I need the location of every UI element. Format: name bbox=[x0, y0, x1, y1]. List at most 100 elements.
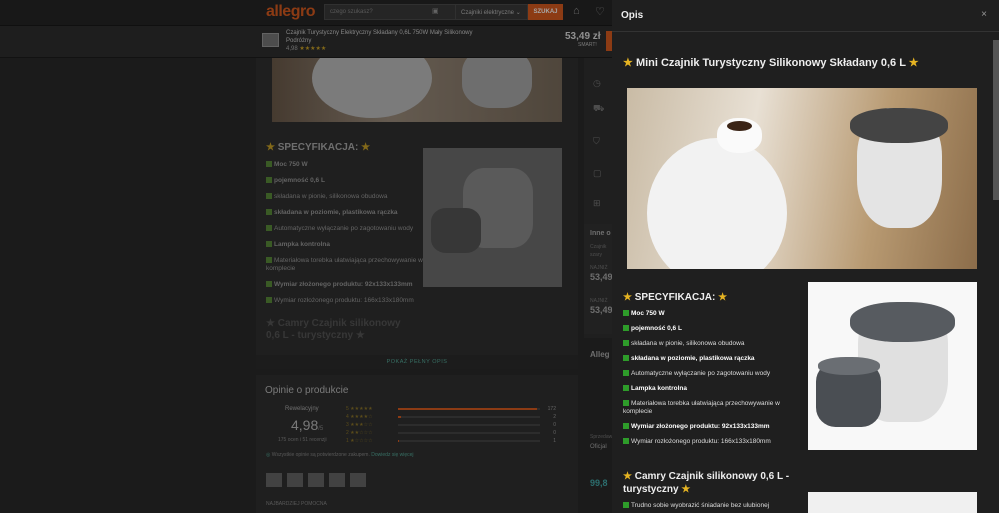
folded-kettle-shape bbox=[431, 208, 481, 253]
product-rating: 4,98 ★★★★★ bbox=[286, 45, 326, 52]
spec-text: pojemność 0,6 L bbox=[274, 177, 325, 184]
rating-bar-fill bbox=[398, 416, 401, 418]
rating-bar bbox=[398, 432, 540, 434]
row-stars: 5 ★★★★★ bbox=[346, 406, 373, 412]
checkbox-icon bbox=[266, 193, 272, 200]
spec-item: Lampka kontrolna bbox=[623, 385, 799, 393]
product-title[interactable]: Czajnik Turystyczny Elektryczny Składany… bbox=[286, 29, 486, 45]
checkbox-icon bbox=[623, 385, 629, 392]
spec-text: Wymiar złożonego produktu: 92x133x133mm bbox=[631, 423, 770, 430]
spec-item: Moc 750 W bbox=[266, 161, 426, 169]
seller-name[interactable]: Oficjal bbox=[590, 444, 607, 450]
rating-row[interactable]: 5 ★★★★★ 172 bbox=[346, 405, 556, 413]
search-button[interactable]: SZUKAJ bbox=[528, 4, 563, 20]
rating-row[interactable]: 2 ★★☆☆☆ 0 bbox=[346, 429, 556, 437]
review-photo[interactable] bbox=[329, 473, 345, 487]
kettle-lid-shape bbox=[850, 108, 948, 143]
star-icon: ★ bbox=[623, 57, 633, 69]
star-icon: ★ bbox=[266, 142, 275, 153]
drawer-title: Opis bbox=[621, 10, 644, 21]
seller-offer-price: 99,8 bbox=[590, 478, 608, 488]
star-icon: ★ bbox=[908, 57, 919, 69]
row-stars: 1 ★☆☆☆☆ bbox=[346, 438, 373, 444]
rating-bar bbox=[398, 416, 540, 418]
row-count: 172 bbox=[547, 406, 556, 412]
spec-list: Moc 750 W pojemność 0,6 L składana w pio… bbox=[266, 161, 426, 313]
offer-price: 53,49 bbox=[590, 272, 613, 282]
rating-row[interactable]: 3 ★★★☆☆ 0 bbox=[346, 421, 556, 429]
spec-item: składana w poziomie, plastikowa rączka bbox=[623, 355, 799, 363]
review-photo[interactable] bbox=[350, 473, 366, 487]
coffee-shape bbox=[727, 121, 752, 131]
lowest-label: NAJNIŻ bbox=[590, 265, 608, 271]
review-photo[interactable] bbox=[266, 473, 282, 487]
spec-text: Wymiar złożonego produktu: 92x133x133mm bbox=[274, 281, 413, 288]
allegro-smart-heading: Alleg bbox=[590, 350, 610, 359]
truck-icon: ⛟ bbox=[593, 103, 605, 113]
allegro-logo[interactable]: allegro bbox=[266, 3, 315, 21]
spec-item: Materiałowa torebka ułatwiająca przechow… bbox=[266, 257, 426, 273]
learn-more-link[interactable]: Dowiedz się więcej bbox=[371, 452, 413, 458]
folded-kettle-lid-shape bbox=[818, 357, 880, 375]
spec-item: pojemność 0,6 L bbox=[266, 177, 426, 185]
checkbox-icon bbox=[266, 297, 272, 304]
spec-item: składana w poziomie, plastikowa rączka bbox=[266, 209, 426, 217]
star-icon: ★ bbox=[623, 471, 632, 482]
rating-row[interactable]: 1 ★☆☆☆☆ 1 bbox=[346, 437, 556, 445]
drawer-scrollbar[interactable] bbox=[993, 40, 999, 200]
rating-big: 4,98/5 bbox=[291, 417, 323, 433]
show-full-description-button[interactable]: POKAŻ PEŁNY OPIS bbox=[256, 355, 578, 369]
gift-icon: ⊞ bbox=[593, 198, 601, 208]
offer-title: Czajnik bbox=[590, 244, 607, 250]
rating-row[interactable]: 4 ★★★★☆ 2 bbox=[346, 413, 556, 421]
checkbox-icon bbox=[623, 438, 629, 445]
checkbox-icon bbox=[623, 370, 629, 377]
spec-text: Automatyczne wyłączanie po zagotowaniu w… bbox=[631, 370, 771, 377]
description-drawer: Opis × ★ Mini Czajnik Turystyczny Siliko… bbox=[612, 0, 999, 513]
box-icon: ▢ bbox=[593, 168, 602, 178]
rating-bar-fill bbox=[398, 408, 538, 410]
checkbox-icon bbox=[266, 209, 272, 216]
camera-icon[interactable]: ▣ bbox=[432, 7, 439, 15]
megaphone-icon[interactable]: ⌂ bbox=[573, 5, 580, 17]
kettle-lid-shape bbox=[850, 302, 955, 342]
drawer-header: Opis × bbox=[612, 0, 999, 32]
spec-item: Wymiar złożonego produktu: 92x133x133mm bbox=[623, 423, 799, 431]
reviews-section: Opinie o produkcie Rewelacyjny 4,98/5 17… bbox=[256, 375, 578, 513]
checkbox-icon bbox=[266, 161, 272, 168]
spec-text: Moc 750 W bbox=[274, 161, 308, 168]
spec-item: składana w pionie, silikonowa obudowa bbox=[623, 340, 799, 348]
review-photo[interactable] bbox=[287, 473, 303, 487]
product-price: 53,49 zł bbox=[565, 31, 601, 42]
product-heading-text: Mini Czajnik Turystyczny Silikonowy Skła… bbox=[635, 57, 906, 69]
spec-list: Moc 750 W pojemność 0,6 L składana w pio… bbox=[623, 310, 799, 453]
plate-shape bbox=[312, 58, 432, 118]
spec-item: składana w pionie, silikonowa obudowa bbox=[266, 193, 426, 201]
spec-text: Wymiar rozłożonego produktu: 166x133x180… bbox=[631, 438, 771, 445]
camry-heading: ★ Camry Czajnik silikonowy 0,6 L - turys… bbox=[623, 470, 803, 496]
description-section: ★ SPECYFIKACJA: ★ Moc 750 W pojemność 0,… bbox=[256, 58, 578, 368]
review-photo[interactable] bbox=[308, 473, 324, 487]
rating-max: /5 bbox=[318, 426, 324, 432]
category-select[interactable]: Czajniki elektryczne ⌄ bbox=[455, 4, 528, 20]
breakfast-image bbox=[627, 88, 977, 269]
star-icon: ★ bbox=[361, 142, 371, 153]
shield-icon: ⛉ bbox=[593, 136, 600, 146]
other-offers-heading: Inne o bbox=[590, 230, 611, 237]
checkbox-icon bbox=[623, 502, 629, 509]
spec-text: Automatyczne wyłączanie po zagotowaniu w… bbox=[274, 225, 414, 232]
rating-value: 4,98 bbox=[286, 46, 298, 52]
most-helpful-label: NAJBARDZIEJ POMOCNA bbox=[266, 501, 327, 507]
spec-item: Automatyczne wyłączanie po zagotowaniu w… bbox=[266, 225, 426, 233]
checkbox-icon bbox=[266, 281, 272, 288]
star-icon: ★ bbox=[718, 292, 728, 303]
description-paragraph: Trudno sobie wyobrazić śniadanie bez ulu… bbox=[623, 502, 769, 509]
spec-text: składana w poziomie, plastikowa rączka bbox=[274, 209, 398, 216]
rating-bar bbox=[398, 440, 540, 442]
heart-icon[interactable]: ♡ bbox=[595, 5, 605, 18]
product-heading: ★ Mini Czajnik Turystyczny Silikonowy Sk… bbox=[623, 56, 919, 69]
checkbox-icon bbox=[623, 355, 629, 362]
chevron-down-icon: ⌄ bbox=[515, 10, 521, 16]
camry-heading-text: Camry Czajnik silikonowy 0,6 L - turysty… bbox=[266, 318, 401, 341]
close-icon[interactable]: × bbox=[981, 9, 987, 20]
